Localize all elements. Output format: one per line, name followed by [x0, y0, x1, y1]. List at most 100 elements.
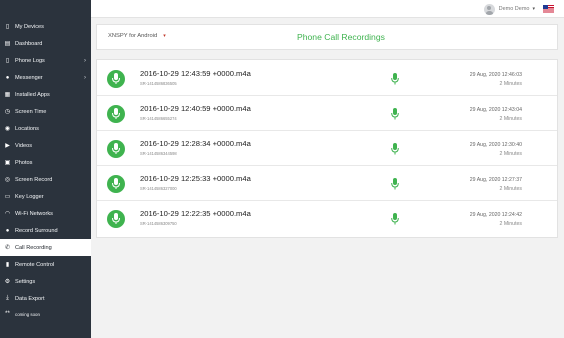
sidebar-item-screen-time[interactable]: ◷ Screen Time	[0, 103, 91, 120]
apps-icon: ▦	[4, 92, 11, 98]
recordings-list: 2016-10-29 12:43:59 +0000.m4a SR-1414586…	[96, 59, 558, 238]
sidebar-item-label: Screen Record	[15, 176, 53, 183]
sidebar-item-label: Locations	[15, 125, 39, 132]
page-title: Phone Call Recordings	[297, 32, 385, 42]
sidebar-item-videos[interactable]: ▶ Videos	[0, 137, 91, 154]
sidebar-item-record-surround[interactable]: ● Record Surround	[0, 222, 91, 239]
sidebar-item-label: Photos	[15, 159, 33, 166]
keyboard-icon: ▭	[4, 194, 11, 200]
recording-file-name: 2016-10-29 12:25:33 +0000.m4a	[140, 174, 251, 183]
list-item[interactable]: 2016-10-29 12:22:35 +0000.m4a SR-1414586…	[97, 201, 557, 236]
recording-duration: 2 Minutes	[499, 151, 523, 157]
coming-soon-label: coming soon	[15, 311, 40, 317]
messenger-icon: ●	[5, 74, 10, 81]
recording-id: SR-1414586327000	[140, 186, 177, 191]
call-icon: ✆	[4, 245, 11, 251]
sidebar-item-locations[interactable]: ◉ Locations	[0, 120, 91, 137]
sidebar-item-label: Installed Apps	[15, 91, 50, 98]
recording-badge-icon	[107, 105, 125, 123]
avatar	[483, 3, 495, 15]
sidebar-item-label: Record Surround	[15, 227, 58, 234]
phone-icon: ▯	[5, 24, 10, 30]
sidebar-item-screen-record[interactable]: ◎ Screen Record	[0, 171, 91, 188]
play-recording-icon[interactable]	[391, 107, 399, 125]
recording-id: SR-1414586309750	[140, 221, 177, 226]
download-icon: ⤓	[6, 295, 9, 301]
list-item[interactable]: 2016-10-29 12:40:59 +0000.m4a SR-1414586…	[97, 96, 557, 131]
list-item[interactable]: 2016-10-29 12:43:59 +0000.m4a SR-1414586…	[97, 61, 557, 96]
sidebar-item-label: Settings	[15, 278, 36, 285]
user-menu[interactable]: Demo Demo ▾	[483, 2, 554, 16]
recording-date: 29 Aug, 2020 12:24:42	[469, 212, 522, 218]
recording-date: 29 Aug, 2020 12:43:04	[469, 107, 522, 113]
sidebar-item-label: Wi-Fi Networks	[15, 210, 53, 217]
sidebar-item-label: Key Logger	[15, 193, 44, 200]
sidebar-item-remote-control[interactable]: ▮ Remote Control	[0, 256, 91, 273]
sidebar-item-wifi-networks[interactable]: ◠ Wi-Fi Networks	[0, 205, 91, 222]
device-selector-label: XNSPY for Android	[108, 33, 158, 39]
recording-date: 29 Aug, 2020 12:30:40	[469, 142, 522, 148]
sidebar-item-key-logger[interactable]: ▭ Key Logger	[0, 188, 91, 205]
sidebar-item-photos[interactable]: ▣ Photos	[0, 154, 91, 171]
list-item[interactable]: 2016-10-29 12:25:33 +0000.m4a SR-1414586…	[97, 166, 557, 201]
sidebar-item-label: Screen Time	[15, 108, 47, 115]
sidebar-item-label: Data Export	[15, 295, 45, 302]
recording-file-name: 2016-10-29 12:43:59 +0000.m4a	[140, 69, 251, 78]
recording-badge-icon	[107, 175, 125, 193]
device-selector[interactable]: XNSPY for Android ▾	[108, 33, 166, 39]
sidebar-item-dashboard[interactable]: ▤ Dashboard	[0, 35, 91, 52]
recording-file-name: 2016-10-29 12:40:59 +0000.m4a	[140, 104, 251, 113]
sidebar-item-messenger[interactable]: ● Messenger ›	[0, 69, 91, 86]
chevron-right-icon: ›	[84, 57, 86, 64]
recording-badge-icon	[107, 140, 125, 158]
top-bar: Demo Demo ▾	[91, 0, 564, 18]
list-item[interactable]: 2016-10-29 12:28:34 +0000.m4a SR-1414586…	[97, 131, 557, 166]
wifi-icon: ◠	[4, 211, 11, 217]
sidebar-item-label: Phone Logs	[15, 57, 45, 64]
dashboard-icon: ▤	[4, 41, 11, 47]
chevron-right-icon: ›	[84, 74, 86, 81]
sidebar-item-label: My Devices	[15, 23, 44, 30]
recording-id: SR-1414586344598	[140, 151, 177, 156]
location-icon: ◉	[4, 126, 11, 132]
remote-icon: ▮	[5, 262, 10, 268]
us-flag-icon[interactable]	[543, 5, 554, 13]
sidebar-item-installed-apps[interactable]: ▦ Installed Apps	[0, 86, 91, 103]
recording-badge-icon	[107, 210, 125, 228]
sidebar-item-call-recording[interactable]: ✆ Call Recording	[0, 239, 91, 256]
caret-down-icon: ▾	[532, 6, 535, 12]
phone-log-icon: ▯	[5, 58, 10, 64]
sidebar-item-label: Remote Control	[15, 261, 55, 268]
recording-file-name: 2016-10-29 12:22:35 +0000.m4a	[140, 209, 251, 218]
gear-icon: ⚙	[4, 279, 11, 285]
sidebar: ▯ My Devices ▤ Dashboard ▯ Phone Logs › …	[0, 0, 91, 338]
sidebar-item-label: Videos	[15, 142, 33, 149]
clock-icon: ◷	[4, 109, 11, 115]
recording-id: SR-1414586836505	[140, 81, 177, 86]
recording-duration: 2 Minutes	[499, 221, 523, 227]
recording-date: 29 Aug, 2020 12:27:37	[469, 177, 522, 183]
recording-id: SR-1414586655274	[140, 116, 177, 121]
user-name: Demo Demo	[498, 6, 530, 12]
sidebar-item-label: Messenger	[15, 74, 43, 81]
sidebar-item-settings[interactable]: ⚙ Settings	[0, 273, 91, 290]
play-recording-icon[interactable]	[391, 177, 399, 195]
recording-badge-icon	[107, 70, 125, 88]
sidebar-item-phone-logs[interactable]: ▯ Phone Logs ›	[0, 52, 91, 69]
play-recording-icon[interactable]	[391, 142, 399, 160]
recording-duration: 2 Minutes	[499, 81, 523, 87]
recording-duration: 2 Minutes	[499, 116, 523, 122]
sidebar-item-label: Dashboard	[15, 40, 43, 47]
play-recording-icon[interactable]	[391, 72, 399, 90]
coming-soon-note: ** coming soon	[0, 307, 91, 321]
coming-soon-prefix: **	[5, 311, 10, 317]
sidebar-item-data-export[interactable]: ⤓ Data Export	[0, 290, 91, 307]
camera-icon: ▣	[4, 160, 11, 166]
recording-date: 29 Aug, 2020 12:46:03	[469, 72, 522, 78]
sidebar-item-my-devices[interactable]: ▯ My Devices	[0, 18, 91, 35]
video-icon: ▶	[5, 143, 10, 149]
recording-duration: 2 Minutes	[499, 186, 523, 192]
mic-icon: ●	[5, 227, 10, 234]
caret-down-icon: ▾	[163, 33, 166, 39]
play-recording-icon[interactable]	[391, 212, 399, 230]
